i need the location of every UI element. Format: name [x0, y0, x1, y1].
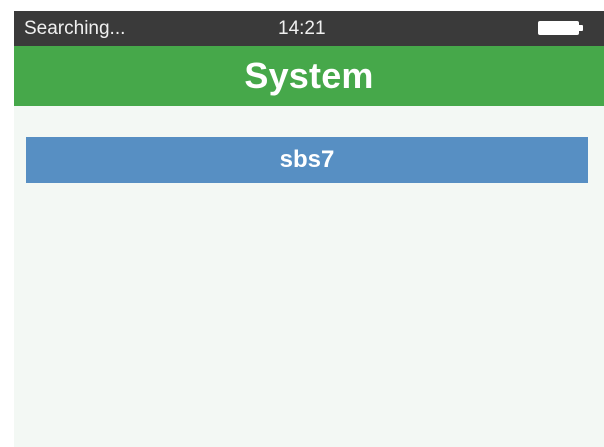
page-title: System — [14, 46, 604, 106]
system-list: sbs7 — [14, 106, 604, 447]
battery-full-icon — [538, 21, 584, 35]
list-item-sbs7[interactable]: sbs7 — [26, 137, 588, 183]
status-bar: Searching... 14:21 — [14, 11, 604, 46]
device-screen: Searching... 14:21 System sbs7 — [14, 11, 604, 447]
battery-body — [538, 21, 579, 35]
status-text: Searching... — [24, 18, 126, 39]
battery-tip — [579, 25, 583, 31]
status-time: 14:21 — [278, 18, 326, 39]
